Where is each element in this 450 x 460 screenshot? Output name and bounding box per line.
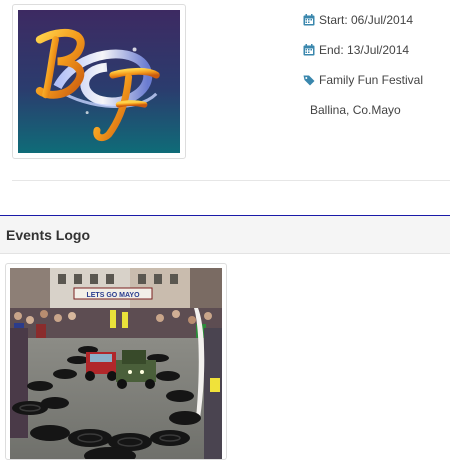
event-location: Ballina, Co.Mayo (310, 103, 401, 117)
events-logo-header: Events Logo (0, 216, 450, 254)
event-category-link[interactable]: Family Fun Festival (319, 73, 423, 87)
festival-logo (18, 10, 180, 153)
event-photo-frame[interactable]: LETS GO MAYO (5, 263, 227, 460)
photo-banner-text: LETS GO MAYO (86, 292, 140, 299)
event-location-row: Ballina, Co.Mayo (303, 102, 448, 118)
event-details: Start: 06/Jul/2014 End: 13/Jul/2014 Fami… (303, 12, 448, 132)
tag-icon (303, 74, 315, 86)
event-category-row[interactable]: Family Fun Festival (303, 72, 448, 88)
calendar-icon (303, 44, 315, 56)
event-start-date: Start: 06/Jul/2014 (319, 13, 414, 27)
calendar-icon (303, 14, 315, 26)
event-end-row: End: 13/Jul/2014 (303, 42, 448, 58)
event-end-date: End: 13/Jul/2014 (319, 43, 410, 57)
event-start-row: Start: 06/Jul/2014 (303, 12, 448, 28)
section-title: Events Logo (6, 226, 91, 243)
event-photo: LETS GO MAYO (10, 268, 222, 459)
event-logo-frame[interactable] (12, 4, 186, 159)
divider (12, 180, 450, 181)
